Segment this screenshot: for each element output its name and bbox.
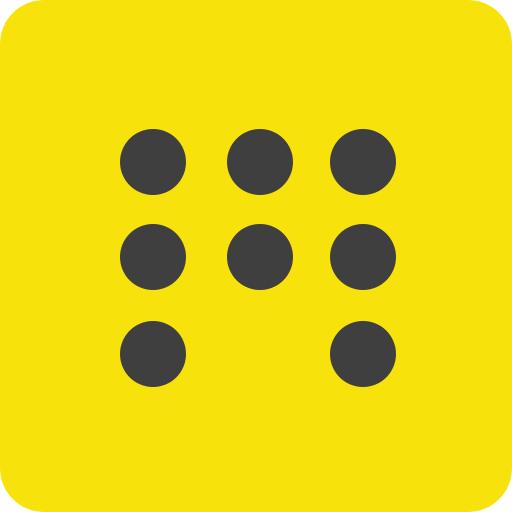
dot-r2-c1 (120, 224, 186, 290)
dot-r3-c3 (330, 321, 396, 387)
app-icon[interactable] (0, 0, 512, 512)
dot-r1-c2 (227, 129, 293, 195)
dot-r2-c2 (227, 224, 293, 290)
dot-r1-c1 (120, 129, 186, 195)
dot-r1-c3 (330, 129, 396, 195)
dot-r3-c1 (120, 321, 186, 387)
dot-r2-c3 (330, 224, 396, 290)
